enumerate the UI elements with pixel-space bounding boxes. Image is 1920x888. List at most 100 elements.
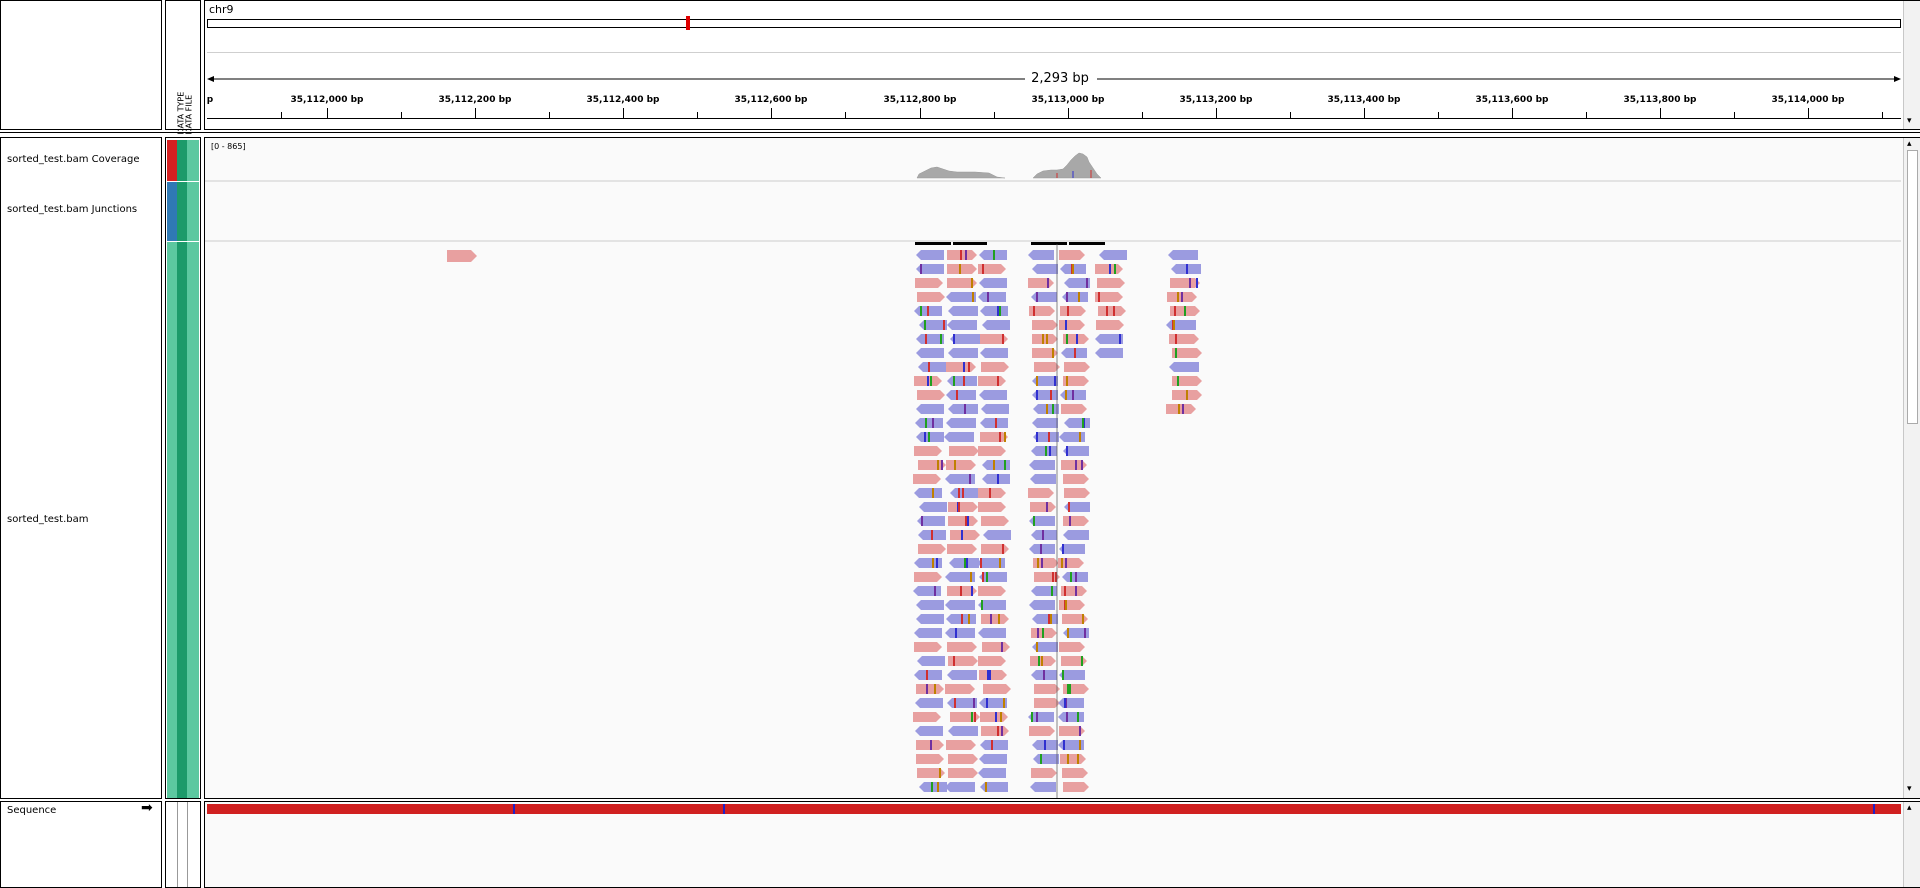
attr-header-datafile[interactable]: DATA FILE: [185, 25, 194, 135]
sequence-base: [745, 804, 747, 814]
alignment-attr-name[interactable]: [167, 242, 177, 798]
sequence-base: [903, 804, 905, 814]
sequence-base: [1881, 804, 1883, 814]
sequence-base: [1131, 804, 1133, 814]
alignment-read: [914, 642, 942, 652]
sequence-base: [1147, 804, 1149, 814]
sequence-base: [377, 804, 379, 814]
sequence-base: [349, 804, 351, 814]
alignment-attr-file[interactable]: [187, 242, 199, 798]
sequence-base: [1185, 804, 1187, 814]
sequence-base: [1007, 804, 1009, 814]
alignment-read: [978, 292, 1006, 302]
sequence-base: [925, 804, 927, 814]
junctions-track-name[interactable]: sorted_test.bam Junctions: [7, 204, 137, 215]
sequence-base: [261, 804, 263, 814]
sequence-scrollbar[interactable]: ▴: [1903, 802, 1920, 887]
ruler[interactable]: p 35,112,000 bp 35,112,200 bp 35,112,400 bp…: [207, 93, 1901, 121]
junction-attr-name[interactable]: [167, 182, 177, 241]
ruler-tick-label: 35,113,200 bp: [1179, 95, 1253, 105]
mismatch-base: [1050, 390, 1052, 400]
sequence-base: [1301, 804, 1303, 814]
sequence-base: [411, 804, 413, 814]
sequence-base: [1795, 804, 1797, 814]
sequence-base: [211, 804, 213, 814]
strand-arrow-icon[interactable]: ➡: [141, 800, 153, 816]
sequence-track-name[interactable]: Sequence: [7, 805, 56, 816]
sequence-base: [1037, 804, 1039, 814]
junction-attr-file[interactable]: [187, 182, 199, 241]
sequence-base: [1257, 804, 1259, 814]
sequence-base: [935, 804, 937, 814]
sequence-base: [431, 804, 433, 814]
sequence-base: [1729, 804, 1731, 814]
sequence-base: [911, 804, 913, 814]
mismatch-base: [972, 292, 974, 302]
data-panel[interactable]: [0 - 865] ▴ ▾: [204, 137, 1920, 799]
sequence-base: [285, 804, 287, 814]
sequence-base: [1749, 804, 1751, 814]
alignment-read: [948, 754, 978, 764]
sequence-base: [1731, 804, 1733, 814]
chromosome-ideogram[interactable]: [207, 19, 1901, 28]
header-scrollbar[interactable]: ▾: [1903, 1, 1920, 129]
coverage-attr-name[interactable]: [167, 140, 177, 181]
sequence-base: [1327, 804, 1329, 814]
sequence-base: [1415, 804, 1417, 814]
data-scrollbar-thumb[interactable]: [1907, 150, 1918, 424]
coverage-track-name[interactable]: sorted_test.bam Coverage: [7, 154, 140, 165]
mismatch-base: [940, 334, 942, 344]
sequence-base: [829, 804, 831, 814]
sequence-base: [1471, 804, 1473, 814]
sequence-base: [465, 804, 467, 814]
sequence-base: [209, 804, 211, 814]
sequence-base: [1423, 804, 1425, 814]
ruler-tick: [327, 108, 328, 118]
alignment-read: [1032, 614, 1058, 624]
alignment-read: [1098, 306, 1126, 316]
sequence-base: [1105, 804, 1107, 814]
sequence-base: [1199, 804, 1201, 814]
sequence-base: [357, 804, 359, 814]
sequence-base: [1163, 804, 1165, 814]
data-canvas[interactable]: [205, 138, 1901, 798]
junction-attr-type[interactable]: [177, 182, 187, 241]
alignment-read: [978, 502, 1006, 512]
mismatch-base: [963, 376, 965, 386]
mismatch-base: [1062, 544, 1064, 554]
sequence-base: [1839, 804, 1841, 814]
coverage-attr-file[interactable]: [187, 140, 199, 181]
mismatch-base: [968, 614, 970, 624]
data-scrollbar[interactable]: ▴ ▾: [1903, 138, 1920, 798]
sequence-base: [653, 804, 655, 814]
sequence-base: [663, 804, 665, 814]
mismatch-base: [958, 502, 960, 512]
alignment-read: [946, 390, 976, 400]
coverage-attr-type[interactable]: [177, 140, 187, 181]
sequence-base: [229, 804, 231, 814]
alignment-read: [917, 390, 945, 400]
sequence-base: [867, 804, 869, 814]
mismatch-base: [980, 558, 982, 568]
sequence-base: [1113, 804, 1115, 814]
alignment-read: [946, 460, 976, 470]
sequence-base: [1417, 804, 1419, 814]
sequence-base: [1477, 804, 1479, 814]
sequence-base: [1733, 804, 1735, 814]
sequence-base: [1387, 804, 1389, 814]
sequence-base: [257, 804, 259, 814]
alignment-attr-type[interactable]: [177, 242, 187, 798]
mismatch-base: [954, 698, 956, 708]
sequence-panel[interactable]: ▴: [204, 801, 1920, 888]
sequence-base: [1015, 804, 1017, 814]
sequence-track[interactable]: [207, 804, 1901, 814]
alignment-read: [978, 656, 1006, 666]
sequence-base: [1241, 804, 1243, 814]
current-region-marker[interactable]: [686, 16, 690, 30]
alignment-track-name[interactable]: sorted_test.bam: [7, 514, 88, 525]
sequence-base: [393, 804, 395, 814]
sequence-base: [731, 804, 733, 814]
alignment-read: [945, 600, 975, 610]
sequence-base: [223, 804, 225, 814]
sequence-base: [857, 804, 859, 814]
